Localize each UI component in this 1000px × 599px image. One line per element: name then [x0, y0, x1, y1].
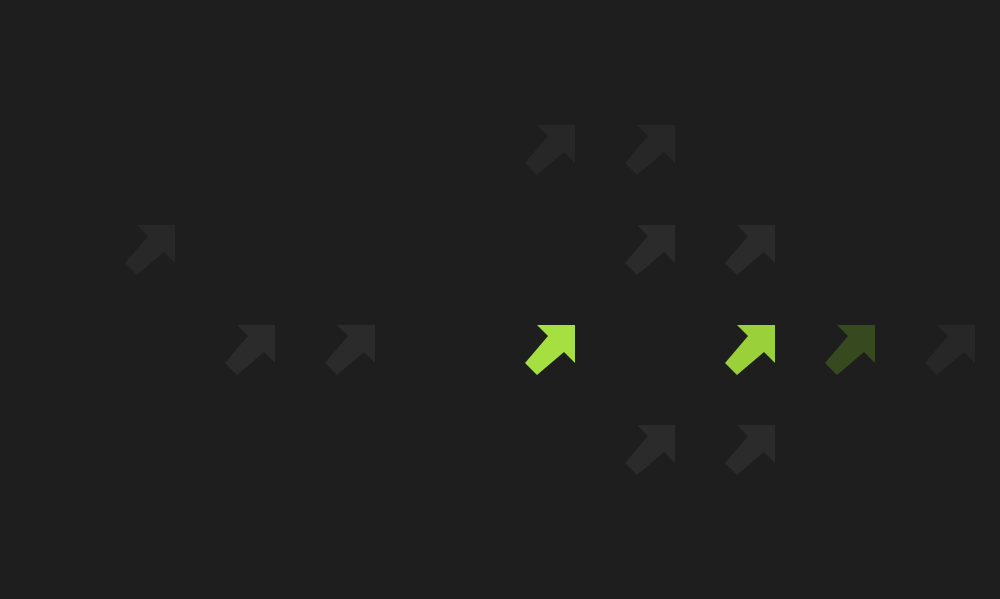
arrow-grid-canvas: [0, 0, 1000, 599]
background: [0, 0, 1000, 599]
